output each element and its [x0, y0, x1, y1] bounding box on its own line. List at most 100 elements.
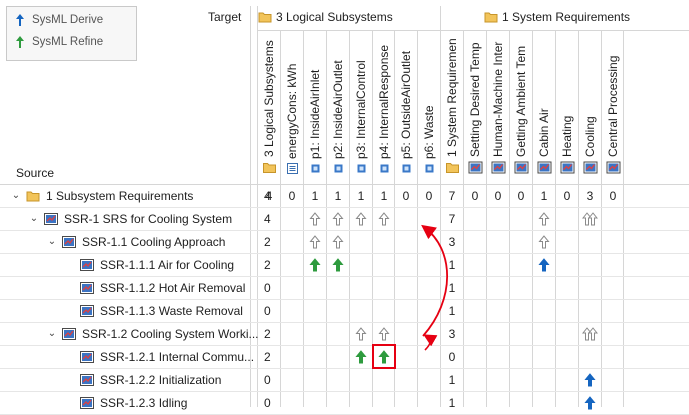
matrix-cell-count[interactable]: 0: [510, 184, 532, 207]
matrix-cell-count[interactable]: 0: [395, 184, 417, 207]
matrix-cell-count[interactable]: 1: [533, 184, 555, 207]
refine-arrow-icon: [309, 257, 321, 271]
matrix-cell-dependency[interactable]: [579, 391, 601, 414]
matrix-cell-count[interactable]: 3: [579, 184, 601, 207]
matrix-cell-count[interactable]: 0: [487, 184, 509, 207]
column-header[interactable]: Setting Desired Temp: [464, 34, 486, 180]
column-header[interactable]: p2: InsideAirOutlet: [327, 34, 349, 180]
port-icon: [402, 164, 410, 173]
matrix-cell-count[interactable]: 0: [418, 184, 440, 207]
matrix-cell-count[interactable]: 0: [281, 184, 303, 207]
table-row[interactable]: SSR-1.2.2 Initialization 0 1: [0, 368, 689, 391]
table-row[interactable]: SSR-1.2.1 Internal Commu... 2 0: [0, 344, 689, 369]
column-group-system-requirements[interactable]: 1 System Requirements: [484, 8, 630, 26]
property-icon: [286, 163, 298, 174]
matrix-cell-dependency[interactable]: [373, 322, 395, 345]
matrix-cell-count[interactable]: 4: [258, 184, 280, 207]
matrix-cell-count[interactable]: 1: [441, 299, 463, 322]
row-total-count: 0: [264, 395, 271, 410]
matrix-cell-dependency[interactable]: [327, 230, 349, 253]
requirement-icon: [44, 212, 58, 225]
matrix-cell-dependency[interactable]: [533, 207, 555, 230]
table-row[interactable]: SSR-1.1.2 Hot Air Removal 0 1: [0, 276, 689, 299]
column-header-label: Setting Desired Temp: [468, 42, 482, 157]
matrix-cell-count[interactable]: 1: [441, 368, 463, 391]
table-row[interactable]: SSR-1.1.3 Waste Removal 0 1: [0, 299, 689, 322]
matrix-cell-dependency[interactable]: [579, 207, 601, 230]
table-row[interactable]: ⌄ SSR-1 SRS for Cooling System 4 7: [0, 207, 689, 230]
column-header[interactable]: Getting Ambient Tem: [510, 34, 532, 180]
matrix-cell-dependency[interactable]: [373, 207, 395, 230]
row-label: 1 Subsystem Requirements: [46, 188, 194, 203]
matrix-cell-count[interactable]: 0: [441, 345, 463, 368]
matrix-cell-count[interactable]: 1: [350, 184, 372, 207]
column-header[interactable]: energyCons: kWh: [281, 34, 303, 180]
matrix-cell-count[interactable]: 0: [464, 184, 486, 207]
column-group-logical-subsystems[interactable]: 3 Logical Subsystems: [258, 8, 393, 26]
dependency-arrow-gray-icon: [332, 234, 344, 248]
folder-icon: [26, 191, 40, 201]
matrix-cell-count[interactable]: 1: [441, 253, 463, 276]
table-row[interactable]: ⌄ SSR-1.1 Cooling Approach 2 3: [0, 230, 689, 253]
column-header[interactable]: Cabin Air: [533, 34, 555, 180]
matrix-cell-dependency[interactable]: [304, 207, 326, 230]
matrix-cell-dependency[interactable]: [533, 253, 555, 276]
table-row[interactable]: ⌄ 1 Subsystem Requirements 4 40111100700…: [0, 184, 689, 207]
row-total-count: 2: [264, 349, 271, 364]
folder-icon: [262, 163, 276, 173]
dependency-arrow-gray-icon: [378, 211, 390, 225]
column-header[interactable]: Cooling: [579, 34, 601, 180]
column-header[interactable]: p5: OutsideAirOutlet: [395, 34, 417, 180]
matrix-cell-dependency[interactable]: [533, 230, 555, 253]
row-label: SSR-1.1.3 Waste Removal: [100, 303, 243, 318]
derive-arrow-icon: [584, 395, 596, 409]
matrix-cell-count[interactable]: 7: [441, 184, 463, 207]
row-total-count: 0: [264, 372, 271, 387]
matrix-cell-count[interactable]: 1: [304, 184, 326, 207]
matrix-cell-dependency[interactable]: [304, 230, 326, 253]
matrix-cell-dependency[interactable]: [304, 253, 326, 276]
column-header[interactable]: p1: InsideAirInlet: [304, 34, 326, 180]
matrix-cell-count[interactable]: 1: [327, 184, 349, 207]
matrix-cell-dependency[interactable]: [372, 344, 396, 369]
column-header[interactable]: Heating: [556, 34, 578, 180]
column-header[interactable]: Human-Machine Inter: [487, 34, 509, 180]
matrix-cell-dependency[interactable]: [579, 368, 601, 391]
dependency-arrow-gray-icon: [538, 211, 550, 225]
requirement-icon: [80, 281, 94, 294]
expand-toggle-icon[interactable]: ⌄: [10, 190, 22, 201]
legend-panel: SysML Derive SysML Refine: [6, 6, 137, 61]
row-label: SSR-1.2.2 Initialization: [100, 372, 222, 387]
expand-toggle-icon[interactable]: ⌄: [46, 328, 58, 339]
column-header[interactable]: 3 Logical Subsystems: [258, 34, 280, 180]
table-row[interactable]: ⌄ SSR-1.2 Cooling System Worki... 2 3: [0, 322, 689, 345]
matrix-cell-count[interactable]: 3: [441, 322, 463, 345]
requirement-icon: [560, 161, 574, 174]
matrix-cell-dependency[interactable]: [579, 322, 601, 345]
matrix-cell-count[interactable]: 3: [441, 230, 463, 253]
table-row[interactable]: SSR-1.1.1 Air for Cooling 2 1: [0, 253, 689, 276]
expand-toggle-icon[interactable]: ⌄: [28, 213, 40, 224]
column-header[interactable]: p4: InternalResponse: [373, 34, 395, 180]
requirement-icon: [62, 235, 76, 248]
row-total-count: 2: [264, 326, 271, 341]
column-header[interactable]: 1 System Requiremen: [441, 34, 463, 180]
matrix-cell-count[interactable]: 1: [441, 391, 463, 414]
column-header[interactable]: Central Processing: [602, 34, 624, 180]
matrix-cell-count[interactable]: 0: [602, 184, 624, 207]
matrix-cell-dependency[interactable]: [327, 253, 349, 276]
column-header[interactable]: p3: InternalControl: [350, 34, 372, 180]
column-header[interactable]: p6: Waste: [418, 34, 440, 180]
expand-toggle-icon[interactable]: ⌄: [46, 236, 58, 247]
matrix-cell-dependency[interactable]: [350, 207, 372, 230]
matrix-cell-count[interactable]: 1: [441, 276, 463, 299]
matrix-cell-count[interactable]: 0: [556, 184, 578, 207]
matrix-cell-count[interactable]: 1: [373, 184, 395, 207]
dependency-arrow-gray-icon: [355, 326, 367, 340]
matrix-cell-dependency[interactable]: [327, 207, 349, 230]
matrix-cell-dependency[interactable]: [350, 322, 372, 345]
table-row[interactable]: SSR-1.2.3 Idling 0 1: [0, 391, 689, 414]
matrix-cell-dependency[interactable]: [350, 345, 372, 368]
row-total-count: 4: [264, 211, 271, 226]
matrix-cell-count[interactable]: 7: [441, 207, 463, 230]
